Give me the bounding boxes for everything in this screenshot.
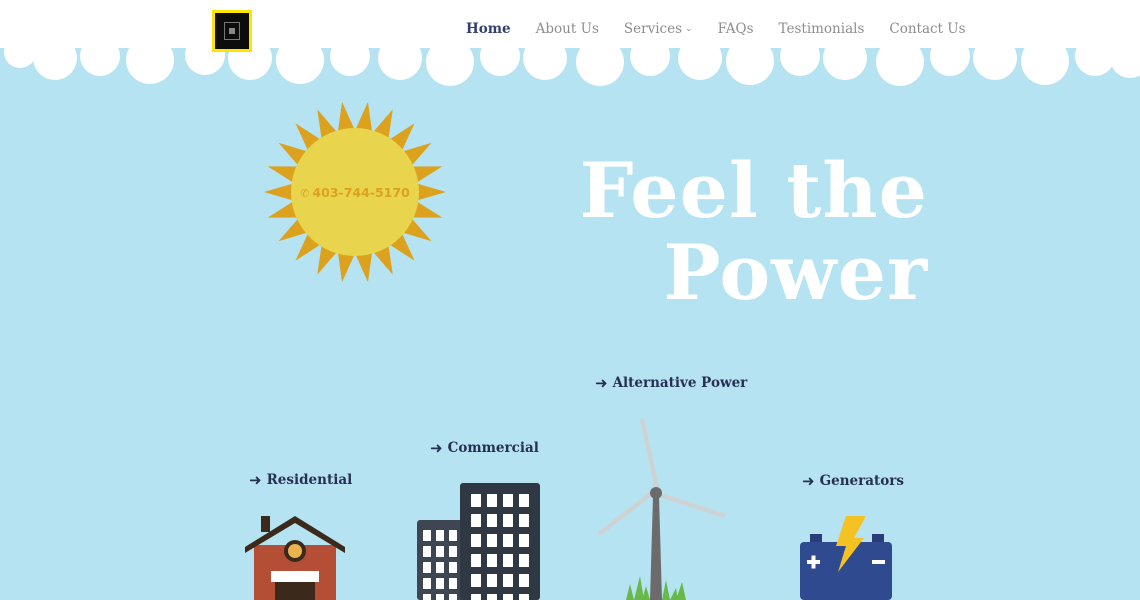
battery-generator-icon[interactable]	[798, 514, 894, 600]
building-window	[423, 578, 431, 589]
building-window	[449, 546, 457, 557]
building-window	[436, 594, 444, 600]
building-window	[487, 594, 497, 600]
nav-testimonials[interactable]: Testimonials	[779, 21, 865, 37]
building-window	[436, 546, 444, 557]
service-link-alternative-power[interactable]: ➜ Alternative Power	[595, 374, 747, 392]
hero-headline-line1: Feel the	[579, 146, 928, 235]
service-link-generators[interactable]: ➜ Generators	[802, 472, 904, 490]
arrow-right-icon: ➜	[249, 471, 262, 489]
service-label-commercial: Commercial	[447, 440, 539, 456]
arrow-right-icon: ➜	[802, 472, 815, 490]
building-window	[487, 574, 497, 587]
arrow-right-icon: ➜	[430, 439, 443, 457]
nav-services[interactable]: Services ⌄	[624, 21, 693, 37]
service-link-commercial[interactable]: ➜ Commercial	[430, 439, 539, 457]
building-window	[471, 494, 481, 507]
building-window	[471, 514, 481, 527]
building-window	[449, 594, 457, 600]
office-buildings-icon[interactable]	[416, 482, 542, 600]
building-window	[487, 534, 497, 547]
building-window	[423, 594, 431, 600]
building-window	[519, 594, 529, 600]
logo-mark-icon	[224, 22, 240, 40]
service-label-generators: Generators	[819, 473, 904, 489]
building-window	[449, 530, 457, 541]
site-logo[interactable]	[212, 10, 252, 52]
nav-faqs[interactable]: FAQs	[718, 21, 754, 37]
nav-home[interactable]: Home	[466, 21, 511, 37]
building-window	[487, 514, 497, 527]
building-window	[449, 562, 457, 573]
building-window	[436, 530, 444, 541]
building-window	[423, 546, 431, 557]
building-window	[503, 574, 513, 587]
building-window	[423, 530, 431, 541]
building-window	[503, 514, 513, 527]
service-link-residential[interactable]: ➜ Residential	[249, 471, 352, 489]
hero-headline-line2: Power	[663, 228, 928, 317]
building-window	[471, 554, 481, 567]
building-window	[449, 578, 457, 589]
nav-about-us[interactable]: About Us	[536, 21, 599, 37]
phone-number: 403-744-5170	[312, 185, 410, 200]
building-window	[471, 594, 481, 600]
building-window	[436, 578, 444, 589]
cloud-header-background	[0, 0, 1140, 86]
house-icon[interactable]	[244, 513, 346, 600]
building-window	[471, 534, 481, 547]
building-window	[503, 494, 513, 507]
building-window	[503, 554, 513, 567]
building-window	[423, 562, 431, 573]
building-window	[487, 494, 497, 507]
phone-link[interactable]: ✆ 403-744-5170	[292, 185, 418, 200]
service-label-alternative-power: Alternative Power	[612, 375, 748, 391]
building-window	[519, 554, 529, 567]
main-nav: Home About Us Services ⌄ FAQs Testimonia…	[466, 21, 966, 37]
building-window	[436, 562, 444, 573]
building-window	[519, 514, 529, 527]
wind-turbine-icon[interactable]	[596, 416, 730, 600]
phone-icon: ✆	[300, 187, 310, 200]
service-label-residential: Residential	[266, 472, 353, 488]
building-window	[503, 534, 513, 547]
chevron-down-icon: ⌄	[685, 24, 693, 34]
hero-headline: Feel the Power	[579, 150, 928, 314]
building-window	[487, 554, 497, 567]
nav-services-label: Services	[623, 21, 683, 37]
building-window	[519, 534, 529, 547]
building-window	[503, 594, 513, 600]
nav-contact-us[interactable]: Contact Us	[889, 21, 965, 37]
building-window	[519, 574, 529, 587]
building-window	[471, 574, 481, 587]
arrow-right-icon: ➜	[595, 374, 608, 392]
building-window	[519, 494, 529, 507]
